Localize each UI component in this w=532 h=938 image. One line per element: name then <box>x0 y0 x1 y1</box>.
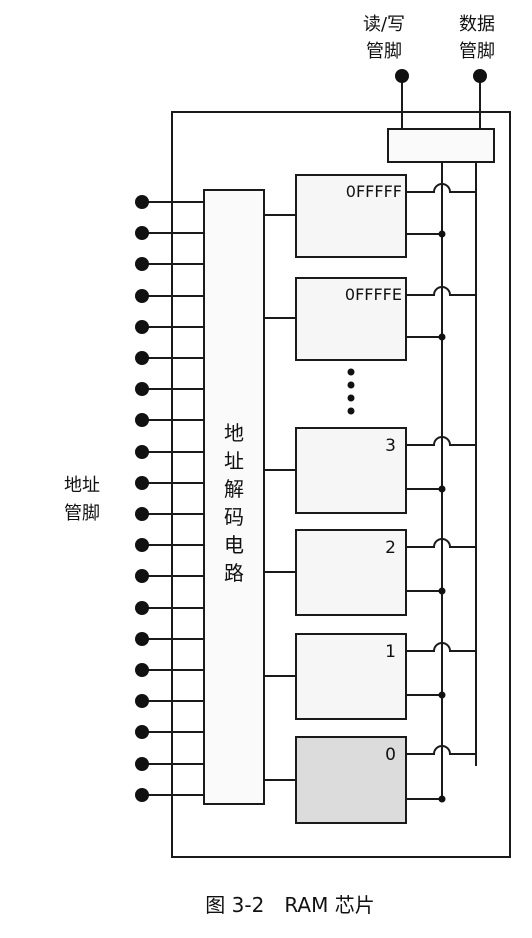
decoder-char-3: 解 <box>224 477 244 501</box>
data-pin-label-1: 数据 <box>459 14 495 35</box>
decoder-char-5: 电 <box>224 533 244 557</box>
decoder-char-1: 地 <box>224 421 244 445</box>
memory-cell-2-label: 2 <box>385 538 396 558</box>
address-pin <box>135 320 149 334</box>
junction-dot <box>438 587 446 595</box>
select-lines <box>264 214 296 781</box>
address-pin <box>135 382 149 396</box>
junction-dot <box>438 691 446 699</box>
address-pin <box>135 725 149 739</box>
address-pin <box>135 445 149 459</box>
data-pin-label-2: 管脚 <box>459 41 495 62</box>
read-write-pin-label-1: 读/写 <box>363 14 405 35</box>
address-pin <box>135 413 149 427</box>
address-pin <box>135 632 149 646</box>
address-pin <box>135 601 149 615</box>
diagram-canvas: 读/写 管脚 数据 管脚 地址 管脚 地 址 解 码 电 路 0FFFFF 0F… <box>64 14 511 917</box>
address-pins <box>135 195 204 802</box>
address-pin <box>135 694 149 708</box>
decoder-char-6: 路 <box>224 561 244 585</box>
memory-cell-0fffff-label: 0FFFFF <box>346 182 402 201</box>
memory-cell-0-label: 0 <box>385 745 396 765</box>
figure-caption: 图 3-2 RAM 芯片 <box>205 893 374 917</box>
junction-dot <box>438 485 446 493</box>
address-pin <box>135 226 149 240</box>
junction-dot <box>438 333 446 341</box>
decoder-char-2: 址 <box>224 449 244 473</box>
memory-cell-3-label: 3 <box>385 436 396 456</box>
address-pin <box>135 507 149 521</box>
address-pin <box>135 788 149 802</box>
junction-dot <box>438 795 446 803</box>
read-write-pin-label-2: 管脚 <box>366 41 402 62</box>
address-pin <box>135 538 149 552</box>
address-pin <box>135 757 149 771</box>
memory-cell-1-label: 1 <box>385 642 396 662</box>
address-pin <box>135 351 149 365</box>
address-pin-label-2: 管脚 <box>64 503 100 524</box>
ram-chip-diagram: 读/写 管脚 数据 管脚 地址 管脚 地 址 解 码 电 路 0FFFFF 0F… <box>0 0 532 934</box>
ellipsis-dots <box>347 368 355 415</box>
decoder-char-4: 码 <box>224 505 244 529</box>
io-buffer-box <box>387 128 495 163</box>
memory-cell-0ffffe-label: 0FFFFE <box>345 285 402 304</box>
address-pin <box>135 257 149 271</box>
address-pin <box>135 476 149 490</box>
address-pin <box>135 289 149 303</box>
address-pin <box>135 569 149 583</box>
memory-cells: 0FFFFF 0FFFFE 3 2 1 0 <box>295 174 407 824</box>
junction-dot <box>438 230 446 238</box>
address-pin-label-1: 地址 <box>64 475 100 496</box>
address-pin <box>135 663 149 677</box>
address-pin <box>135 195 149 209</box>
